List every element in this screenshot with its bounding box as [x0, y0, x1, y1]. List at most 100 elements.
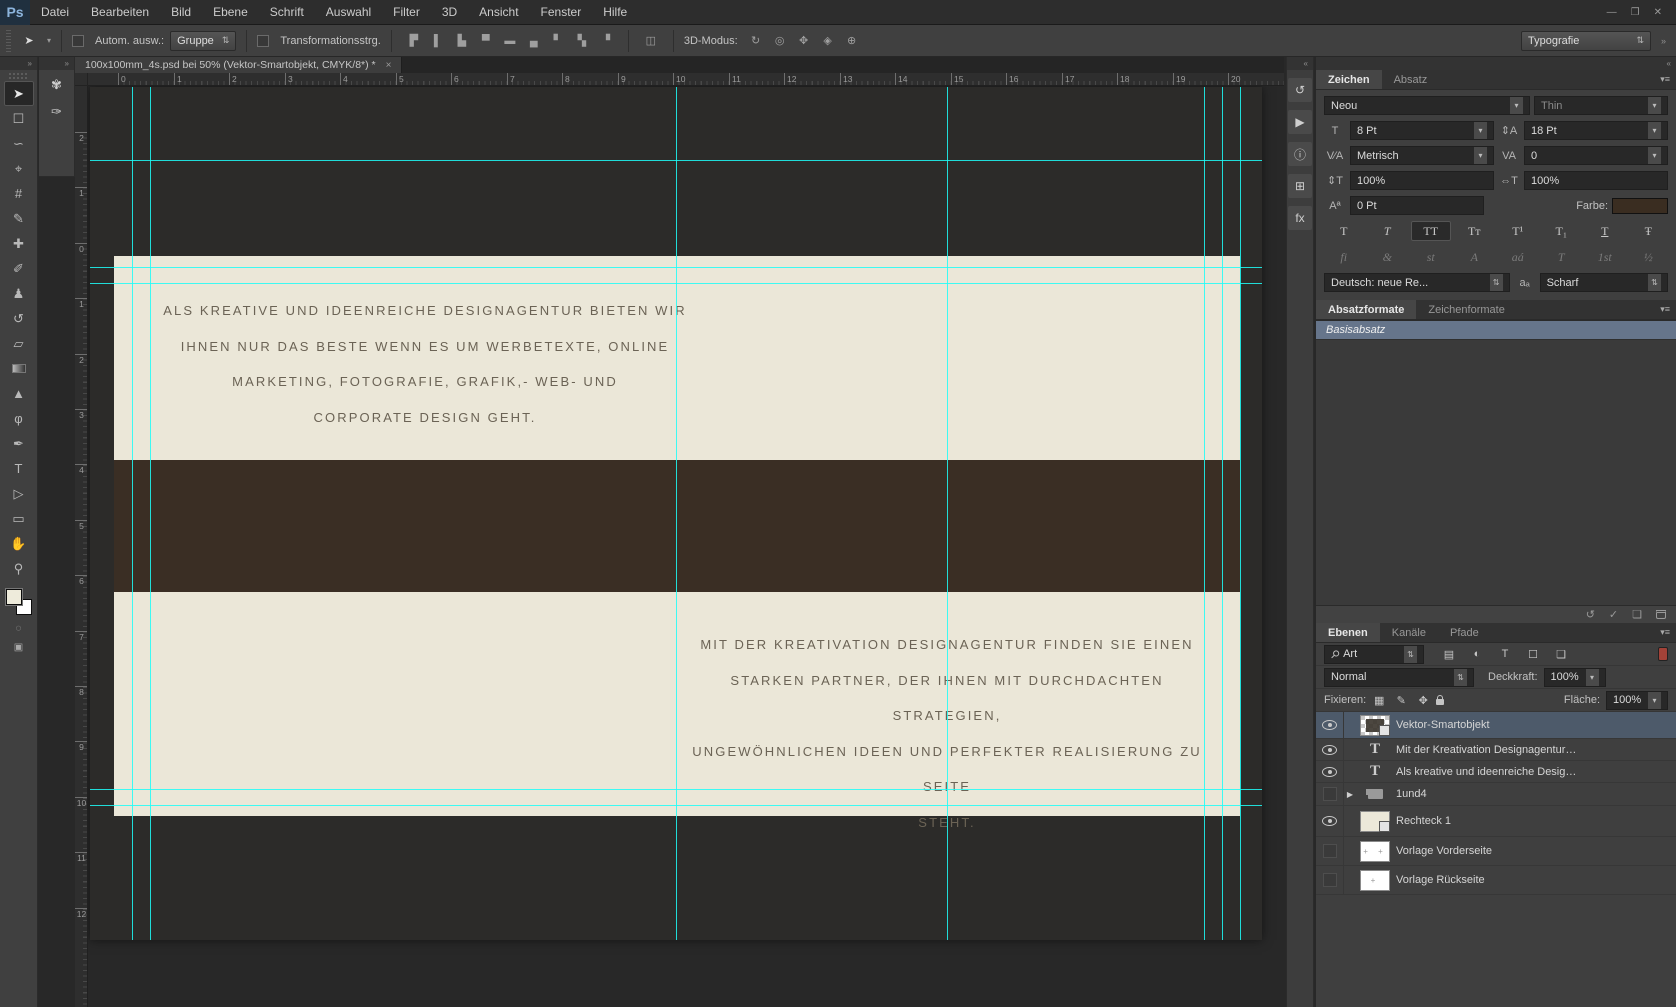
rminidock-collapse-icon[interactable]: « [1287, 57, 1313, 70]
layer-visibility-toggle[interactable] [1316, 712, 1344, 738]
redefine-style-icon[interactable]: ✓ [1609, 608, 1618, 621]
3d-camera-icon[interactable]: ⊕ [840, 31, 864, 51]
layer-visibility-toggle[interactable] [1316, 739, 1344, 760]
layer-group-1und4[interactable]: ▶ 1und4 [1316, 783, 1676, 806]
clone-stamp-tool[interactable]: ♟ [4, 281, 34, 306]
layer-visibility-toggle[interactable] [1316, 866, 1344, 894]
menu-item[interactable]: Ebene [202, 0, 259, 25]
toolbar-collapse-icon[interactable]: » [0, 57, 37, 70]
style-item-basisabsatz[interactable]: Basisabsatz [1316, 321, 1676, 340]
vertical-scale-field[interactable]: 100% [1350, 171, 1494, 190]
align-vertical-centers-icon[interactable]: ▌ [426, 31, 450, 51]
minimize-button[interactable]: — [1607, 7, 1617, 18]
fill-field[interactable]: 100%▾ [1606, 691, 1668, 710]
group-expand-icon[interactable]: ▶ [1344, 790, 1356, 799]
guide[interactable] [90, 283, 1262, 284]
path-selection-tool[interactable]: ▷ [4, 481, 34, 506]
layer-vorlage-rueckseite[interactable]: + Vorlage Rückseite [1316, 866, 1676, 895]
tab-absatzformate[interactable]: Absatzformate [1316, 300, 1416, 319]
leading-dropdown[interactable]: 18 Pt▾ [1524, 121, 1668, 140]
gradient-tool[interactable] [4, 356, 34, 381]
document-tab[interactable]: 100x100mm_4s.psd bei 50% (Vektor-Smartob… [75, 57, 402, 73]
minidock-collapse-icon[interactable]: » [39, 57, 74, 70]
crop-tool[interactable]: # [4, 181, 34, 206]
menu-item[interactable]: Datei [30, 0, 80, 25]
styles-panel-icon[interactable]: fx [1288, 206, 1312, 230]
align-bottom-edges-icon[interactable]: ▙ [450, 31, 474, 51]
rectangular-marquee-tool[interactable]: ☐ [4, 106, 34, 131]
quick-mask-icon[interactable]: ◌ [0, 623, 37, 634]
opentype-button[interactable]: ½ [1629, 247, 1669, 267]
swatches-panel-icon[interactable]: ⊞ [1288, 174, 1312, 198]
baseline-shift-field[interactable]: 0 Pt [1350, 196, 1484, 215]
guide[interactable] [676, 87, 677, 940]
distribute-spacing-icon[interactable]: ◫ [639, 31, 663, 51]
move-tool[interactable]: ➤ [4, 81, 34, 106]
close-button[interactable]: ✕ [1654, 7, 1662, 18]
ruler-corner[interactable] [75, 73, 88, 86]
3d-roll-icon[interactable]: ◎ [768, 31, 792, 51]
guide[interactable] [947, 87, 948, 940]
tab-ebenen[interactable]: Ebenen [1316, 623, 1380, 642]
layer-text-mit-der-kreativation[interactable]: T Mit der Kreativation Designagentur… [1316, 739, 1676, 761]
opentype-button[interactable]: fi [1324, 247, 1364, 267]
tab-pfade[interactable]: Pfade [1438, 623, 1491, 642]
workspace-dropdown[interactable]: Typografie ⇅ [1521, 31, 1651, 51]
brush-presets-panel-icon[interactable]: ✾ [44, 73, 70, 97]
expand-dock-icon[interactable]: » [1657, 36, 1670, 46]
tab-absatz[interactable]: Absatz [1382, 70, 1440, 89]
auto-select-dropdown[interactable]: Gruppe ⇅ [170, 31, 236, 51]
panel-menu-icon[interactable]: ▾≡ [1660, 70, 1676, 89]
horizontal-scale-field[interactable]: 100% [1524, 171, 1668, 190]
font-size-dropdown[interactable]: 8 Pt▾ [1350, 121, 1494, 140]
align-right-edges-icon[interactable]: ▄ [522, 31, 546, 51]
text-color-swatch[interactable] [1612, 198, 1668, 214]
type-style-button[interactable]: T¹ [1498, 221, 1538, 241]
info-panel-icon[interactable]: ⓘ [1288, 142, 1312, 166]
opentype-button[interactable]: 1st [1585, 247, 1625, 267]
lasso-tool[interactable]: ∽ [4, 131, 34, 156]
align-left-edges-icon[interactable]: ▀ [474, 31, 498, 51]
type-style-button[interactable]: TT [1411, 221, 1451, 241]
screen-mode-icon[interactable]: ▣ [0, 642, 37, 653]
filter-adjustment-layers-icon[interactable]: ◐ [1468, 648, 1486, 660]
layer-thumbnail[interactable] [1360, 715, 1390, 736]
opentype-button[interactable]: T [1542, 247, 1582, 267]
guide[interactable] [90, 267, 1262, 268]
restore-button[interactable]: ❐ [1631, 7, 1640, 18]
brush-tool[interactable]: ✐ [4, 256, 34, 281]
lock-all-icon[interactable] [1436, 699, 1444, 705]
guide[interactable] [90, 805, 1262, 806]
eyedropper-tool[interactable]: ✎ [4, 206, 34, 231]
vertical-ruler[interactable]: 210123456789101112 [75, 86, 88, 1007]
guide[interactable] [1204, 87, 1205, 940]
filter-toggle[interactable] [1658, 647, 1668, 661]
tab-kanaele[interactable]: Kanäle [1380, 623, 1438, 642]
3d-slide-icon[interactable]: ◈ [816, 31, 840, 51]
language-dropdown[interactable]: Deutsch: neue Re...⇅ [1324, 273, 1510, 292]
layer-visibility-toggle[interactable] [1316, 806, 1344, 836]
delete-style-icon[interactable] [1656, 610, 1666, 619]
type-style-button[interactable]: Tᴛ [1455, 221, 1495, 241]
antialias-dropdown[interactable]: Scharf⇅ [1540, 273, 1668, 292]
panel-menu-icon[interactable]: ▾≡ [1660, 623, 1676, 642]
tab-zeichen[interactable]: Zeichen [1316, 70, 1382, 89]
options-grip[interactable] [6, 30, 11, 52]
blend-mode-dropdown[interactable]: Normal⇅ [1324, 668, 1474, 687]
layer-visibility-toggle[interactable] [1316, 837, 1344, 865]
menu-item[interactable]: Auswahl [315, 0, 382, 25]
menu-item[interactable]: Fenster [530, 0, 593, 25]
layer-thumbnail[interactable] [1360, 784, 1390, 805]
brush-panel-icon[interactable]: ✑ [44, 100, 70, 124]
guide[interactable] [1240, 87, 1241, 940]
layer-vektor-smartobjekt[interactable]: Vektor-Smartobjekt [1316, 712, 1676, 739]
opacity-field[interactable]: 100%▾ [1544, 668, 1606, 687]
layer-thumbnail[interactable]: + [1360, 870, 1390, 891]
foreground-color-swatch[interactable] [6, 589, 22, 605]
actions-panel-icon[interactable]: ▶ [1288, 110, 1312, 134]
filter-pixel-layers-icon[interactable]: ▤ [1440, 648, 1458, 661]
layer-thumbnail[interactable] [1360, 811, 1390, 832]
layer-thumbnail[interactable]: T [1360, 739, 1390, 760]
clear-overrides-icon[interactable]: ↺ [1586, 608, 1595, 621]
opentype-button[interactable]: A [1455, 247, 1495, 267]
